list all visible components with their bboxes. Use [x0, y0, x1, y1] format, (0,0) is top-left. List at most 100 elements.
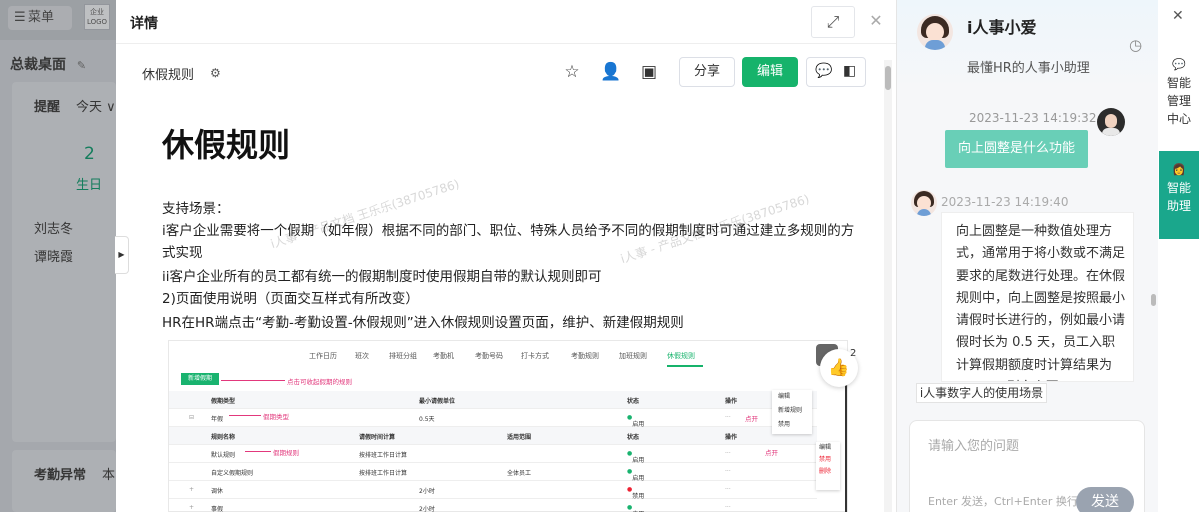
sidebar-toggle-icon[interactable]: ◧: [843, 63, 856, 79]
screenshot-header-row: 规则名称 请假时间计算 适用范围 状态 操作: [169, 427, 817, 445]
menu-item: 删除: [819, 468, 832, 475]
send-button[interactable]: 发送: [1076, 487, 1134, 512]
comment-icon[interactable]: 💬: [815, 63, 832, 79]
doc-heading: 休假规则: [162, 126, 291, 164]
doc-paragraph: 支持场景：: [162, 201, 230, 217]
bot-message: 向上圆整是一种数值处理方式，通常用于将小数或不满足要求的尾数进行处理。在休假规则…: [941, 212, 1134, 382]
screenshot-divider: [845, 365, 847, 512]
annotation-note: 点开: [765, 449, 778, 457]
cell: 2小时: [419, 506, 435, 512]
message-time: 2023-11-23 14:19:40: [941, 195, 1069, 209]
screenshot-tab: 排班分组: [389, 352, 417, 360]
annotation-note: 点击可收起假期的规则: [287, 378, 352, 386]
menu-item: 禁用: [778, 421, 791, 428]
rail-item-assistant[interactable]: 👩 智能助理: [1159, 151, 1199, 239]
screenshot-menu: 编辑 禁用 删除: [816, 442, 840, 490]
bot-subtitle: 最懂HR的人事小助理: [967, 61, 1090, 76]
bot-name: i人事小爱: [967, 18, 1037, 37]
suggestion-chip[interactable]: i人事数字人的使用场景: [916, 383, 1047, 403]
screenshot-header-row: 假期类型 最小请假单位 状态 操作: [169, 391, 817, 409]
screenshot-tab: 打卡方式: [521, 352, 549, 360]
screenshot-tab-underline: [667, 365, 703, 367]
menu-item: 编辑: [778, 393, 791, 400]
add-user-icon[interactable]: 👤: [599, 60, 623, 84]
share-button[interactable]: 分享: [679, 57, 735, 87]
chat-scrollbar-thumb[interactable]: [1151, 294, 1156, 306]
close-icon[interactable]: ✕: [864, 10, 888, 34]
screenshot-tab: 考勤号码: [475, 352, 503, 360]
cell: 自定义假期规则: [211, 470, 254, 477]
doc-settings-icon[interactable]: ⚙: [210, 66, 221, 80]
modal-title: 详情: [130, 16, 158, 32]
rail-item-mgmt-center[interactable]: 💬 智能管理中心: [1158, 56, 1200, 136]
modal-scrollbar[interactable]: [884, 60, 892, 512]
menu-item: 编辑: [819, 444, 832, 451]
cell: 规则名称: [211, 434, 236, 441]
cell: 2小时: [419, 488, 435, 495]
screenshot-tab: 考勤机: [433, 352, 454, 360]
annotation-note: 假期类型: [263, 413, 289, 421]
screenshot-tab: 考勤规则: [571, 352, 599, 360]
message-time: 2023-11-23 14:19:32: [969, 111, 1097, 125]
doc-paragraph: 2)页面使用说明（页面交互样式有所改变）: [162, 291, 419, 307]
cell: 请假时间计算: [359, 434, 396, 441]
cell: 状态: [627, 434, 640, 441]
expand-icon[interactable]: ⤢: [811, 6, 855, 38]
collapse-arrow-icon[interactable]: ▶: [115, 236, 129, 274]
star-icon[interactable]: ☆: [560, 60, 584, 84]
menu-item: 新增规则: [778, 407, 803, 414]
edit-button[interactable]: 编辑: [742, 57, 798, 87]
cell: 按排班工作日计算: [359, 470, 408, 477]
detail-modal: 详情 ⤢ ✕ 休假规则 ⚙ ☆ 👤 ▣ 分享 编辑 💬 ◧ 休假规则 i人事 -…: [116, 0, 896, 512]
annotation-note: 假期规则: [273, 449, 299, 457]
cell: 调休: [211, 488, 224, 495]
screenshot-row: + 调休 2小时 ● 禁用 ···: [169, 481, 817, 500]
bot-avatar: [917, 14, 953, 50]
cell: 事假: [211, 506, 224, 512]
doc-screenshot: 工作日历 班次 排班分组 考勤机 考勤号码 打卡方式 考勤规则 加班规则 休假规…: [168, 340, 848, 512]
screenshot-tab-active: 休假规则: [667, 352, 695, 360]
cell: 0.5天: [419, 416, 435, 423]
history-icon[interactable]: ◷: [1129, 36, 1142, 54]
annotation-note: 点开: [745, 415, 758, 423]
cell: 最小请假单位: [419, 398, 456, 405]
annotation-line: [221, 380, 285, 381]
screenshot-tab: 工作日历: [309, 352, 337, 360]
screenshot-row: 自定义假期规则 按排班工作日计算 全体员工 ● 启用 ···: [169, 463, 817, 482]
screenshot-tab: 班次: [355, 352, 369, 360]
right-rail: ✕ 💬 智能管理中心 👩 智能助理: [1158, 0, 1200, 512]
doc-breadcrumb: 休假规则: [142, 68, 195, 83]
close-icon[interactable]: ✕: [1172, 8, 1184, 24]
assistant-avatar-icon: 👩: [1172, 163, 1186, 176]
cell: 操作: [725, 398, 738, 405]
chat-bubble-icon: 💬: [1172, 58, 1186, 71]
menu-item: 禁用: [819, 456, 832, 463]
chat-input-placeholder[interactable]: 请输入您的问题: [928, 435, 1019, 454]
cell: 年假: [211, 416, 224, 423]
bot-message-text: 向上圆整是一种数值处理方式，通常用于将小数或不满足要求的尾数进行处理。在休假规则…: [956, 224, 1126, 381]
modal-scrollbar-thumb[interactable]: [885, 66, 891, 90]
input-hint: Enter 发送，Ctrl+Enter 换行: [928, 495, 1078, 508]
user-message: 向上圆整是什么功能: [945, 130, 1088, 168]
screenshot-new-button: 新增假期: [181, 373, 219, 385]
rail-mgmt-label: 智能管理中心: [1166, 76, 1191, 126]
collapse-icon: ⊟: [189, 414, 195, 421]
screenshot-menu: 编辑 新增规则 禁用: [772, 390, 812, 434]
doc-paragraph: ii客户企业所有的员工都有统一的假期制度时使用假期自带的默认规则即可: [162, 269, 602, 285]
cell: 操作: [725, 434, 738, 441]
chat-input-box[interactable]: 请输入您的问题 Enter 发送，Ctrl+Enter 换行 发送: [909, 420, 1145, 512]
cell: 假期类型: [211, 398, 236, 405]
annotation-line: [245, 451, 271, 452]
doc-paragraph: i客户企业需要将一个假期（如年假）根据不同的部门、职位、特殊人员给予不同的假期制…: [162, 223, 855, 261]
user-avatar: [1097, 108, 1125, 136]
view-toggle-group: 💬 ◧: [806, 57, 866, 87]
rail-help-label: 智能助理: [1166, 181, 1191, 213]
cell: 适用范围: [507, 434, 532, 441]
overlay-shade: [0, 0, 116, 512]
screenshot-row: 默认规则 按排班工作日计算 ● 启用 ···: [169, 445, 817, 464]
bot-avatar: [911, 190, 937, 216]
cell: 按排班工作日计算: [359, 452, 408, 459]
annotation-line: [229, 415, 261, 416]
modal-header: 详情 ⤢ ✕: [116, 0, 896, 44]
present-icon[interactable]: ▣: [637, 60, 661, 84]
